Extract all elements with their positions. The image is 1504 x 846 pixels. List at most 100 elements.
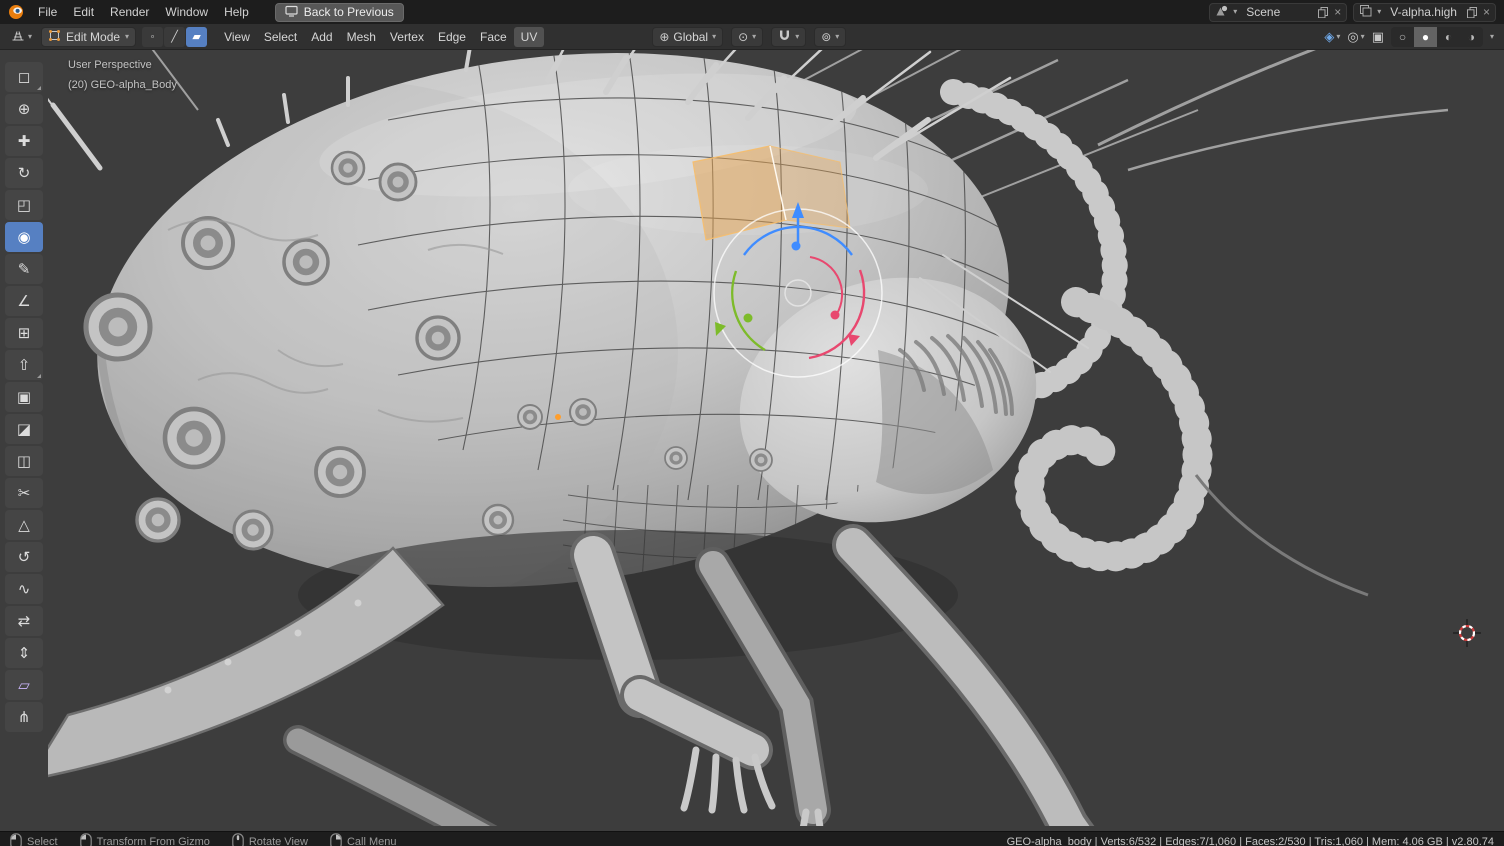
mouse-left-icon — [10, 833, 22, 846]
new-scene-icon[interactable] — [1317, 6, 1329, 18]
tool-select-box[interactable]: ◻ — [5, 62, 43, 92]
chevron-down-icon: ▾ — [835, 33, 839, 41]
menu-edit[interactable]: Edit — [65, 2, 102, 22]
scene-selector[interactable]: ▾ Scene × — [1209, 3, 1347, 22]
snap-controls[interactable]: ▾ — [771, 27, 806, 47]
tool-transform[interactable]: ◉ — [5, 222, 43, 252]
proportional-editing-controls[interactable]: ⊚ ▾ — [814, 27, 846, 47]
edge-slide-icon: ⇄ — [18, 612, 31, 630]
mouse-right-icon — [330, 833, 342, 846]
shading-options-dropdown[interactable]: ▾ — [1490, 33, 1494, 41]
new-view-layer-icon[interactable] — [1466, 6, 1478, 18]
hint-rotate-view: Rotate View — [232, 833, 308, 846]
tool-shear[interactable]: ▱ — [5, 670, 43, 700]
menu-uv[interactable]: UV — [514, 27, 545, 47]
hint-transform-from-gizmo: Transform From Gizmo — [80, 833, 210, 846]
mouse-middle-icon — [232, 833, 244, 846]
shading-rendered-button[interactable]: ◑ — [1460, 27, 1483, 47]
inset-icon: ▣ — [17, 388, 31, 406]
proportional-editing-icon: ⊚ — [821, 30, 831, 44]
unlink-scene-icon[interactable]: × — [1334, 5, 1341, 19]
tool-add-cube[interactable]: ⊞ — [5, 318, 43, 348]
tool-inset-faces[interactable]: ▣ — [5, 382, 43, 412]
mode-dropdown[interactable]: Edit Mode ▾ — [41, 27, 136, 47]
tool-annotate[interactable]: ✎ — [5, 254, 43, 284]
tool-scale[interactable]: ◰ — [5, 190, 43, 220]
shading-material-button[interactable]: ◐ — [1437, 27, 1460, 47]
poly-build-icon: △ — [18, 516, 30, 534]
tool-smooth[interactable]: ∿ — [5, 574, 43, 604]
shading-solid-button[interactable]: ● — [1414, 27, 1437, 47]
hint-label: Call Menu — [347, 836, 397, 846]
view-layer-selector[interactable]: ▾ V-alpha.high × — [1353, 3, 1496, 22]
face-select-button[interactable]: ▰ — [186, 27, 207, 47]
viewport-header-right: ◈ ▾ ◎ ▾ ▣ ○ ● ◐ ◑ ▾ — [1324, 27, 1498, 47]
hint-label: Select — [27, 836, 58, 846]
viewport-canvas[interactable] — [48, 50, 1504, 826]
menu-mesh[interactable]: Mesh — [340, 27, 383, 47]
menu-face[interactable]: Face — [473, 27, 514, 47]
shear-icon: ▱ — [18, 676, 30, 694]
overlays-icon: ◎ — [1347, 29, 1358, 45]
selected-vertex[interactable] — [555, 414, 561, 420]
xray-icon: ▣ — [1372, 29, 1384, 45]
tool-rotate[interactable]: ↻ — [5, 158, 43, 188]
chevron-down-icon: ▾ — [712, 33, 716, 41]
hint-select: Select — [10, 833, 58, 846]
show-overlays-toggle[interactable]: ◎ ▾ — [1347, 29, 1364, 45]
chevron-down-icon: ▾ — [28, 33, 32, 41]
viewport[interactable]: User Perspective (20) GEO-alpha_Body — [48, 50, 1504, 831]
menu-help[interactable]: Help — [216, 2, 257, 22]
view-layer-icon — [1359, 4, 1372, 20]
mode-label: Edit Mode — [66, 30, 120, 44]
scale-icon: ◰ — [17, 196, 31, 214]
chevron-down-icon: ▾ — [795, 33, 799, 41]
menu-render[interactable]: Render — [102, 2, 157, 22]
mouse-left-icon — [80, 833, 92, 846]
transform-orientation-dropdown[interactable]: ⊕ Global ▾ — [652, 27, 723, 47]
measure-icon: ∠ — [17, 292, 30, 310]
viewport-menus: View Select Add Mesh Vertex Edge Face UV — [217, 27, 544, 47]
knife-icon: ✂ — [18, 484, 31, 502]
tool-loop-cut[interactable]: ◫ — [5, 446, 43, 476]
blender-logo-icon[interactable] — [8, 4, 24, 20]
gizmo-icon: ◈ — [1324, 29, 1334, 45]
menu-vertex[interactable]: Vertex — [383, 27, 431, 47]
tool-edge-slide[interactable]: ⇄ — [5, 606, 43, 636]
tool-extrude-region[interactable]: ⇧ — [5, 350, 43, 380]
menu-file[interactable]: File — [30, 2, 65, 22]
pivot-point-dropdown[interactable]: ⊙ ▾ — [731, 27, 763, 47]
back-to-previous-button[interactable]: Back to Previous — [275, 3, 404, 22]
select-box-icon: ◻ — [18, 68, 30, 86]
shading-wireframe-button[interactable]: ○ — [1391, 27, 1414, 47]
tool-rip-region[interactable]: ⋔ — [5, 702, 43, 732]
show-gizmo-toggle[interactable]: ◈ ▾ — [1324, 29, 1340, 45]
menu-add[interactable]: Add — [304, 27, 339, 47]
remove-view-layer-icon[interactable]: × — [1483, 5, 1490, 19]
monitor-icon — [285, 5, 298, 20]
rotate-icon: ↻ — [18, 164, 31, 182]
tool-shrink-fatten[interactable]: ⇕ — [5, 638, 43, 668]
tool-move[interactable]: ✚ — [5, 126, 43, 156]
statusbar: Select Transform From Gizmo Rotate View … — [0, 831, 1504, 846]
menu-edge[interactable]: Edge — [431, 27, 473, 47]
view-perspective-label: User Perspective — [68, 55, 177, 75]
vertex-select-button[interactable]: ◦ — [142, 27, 163, 47]
menu-select[interactable]: Select — [257, 27, 304, 47]
edit-mode-icon — [48, 29, 61, 45]
tool-spin[interactable]: ↺ — [5, 542, 43, 572]
edge-select-button[interactable]: ╱ — [164, 27, 185, 47]
chevron-down-icon: ▾ — [1377, 8, 1381, 16]
tool-knife[interactable]: ✂ — [5, 478, 43, 508]
editor-type-dropdown[interactable]: ▾ — [6, 28, 37, 45]
menu-window[interactable]: Window — [157, 2, 216, 22]
rip-region-icon: ⋔ — [18, 708, 31, 726]
tool-cursor[interactable]: ⊕ — [5, 94, 43, 124]
tool-poly-build[interactable]: △ — [5, 510, 43, 540]
add-cube-icon: ⊞ — [18, 324, 31, 342]
xray-toggle[interactable]: ▣ — [1372, 29, 1384, 45]
tool-measure[interactable]: ∠ — [5, 286, 43, 316]
menu-view[interactable]: View — [217, 27, 257, 47]
tool-bevel[interactable]: ◪ — [5, 414, 43, 444]
keymap-hints: Select Transform From Gizmo Rotate View … — [10, 833, 396, 846]
